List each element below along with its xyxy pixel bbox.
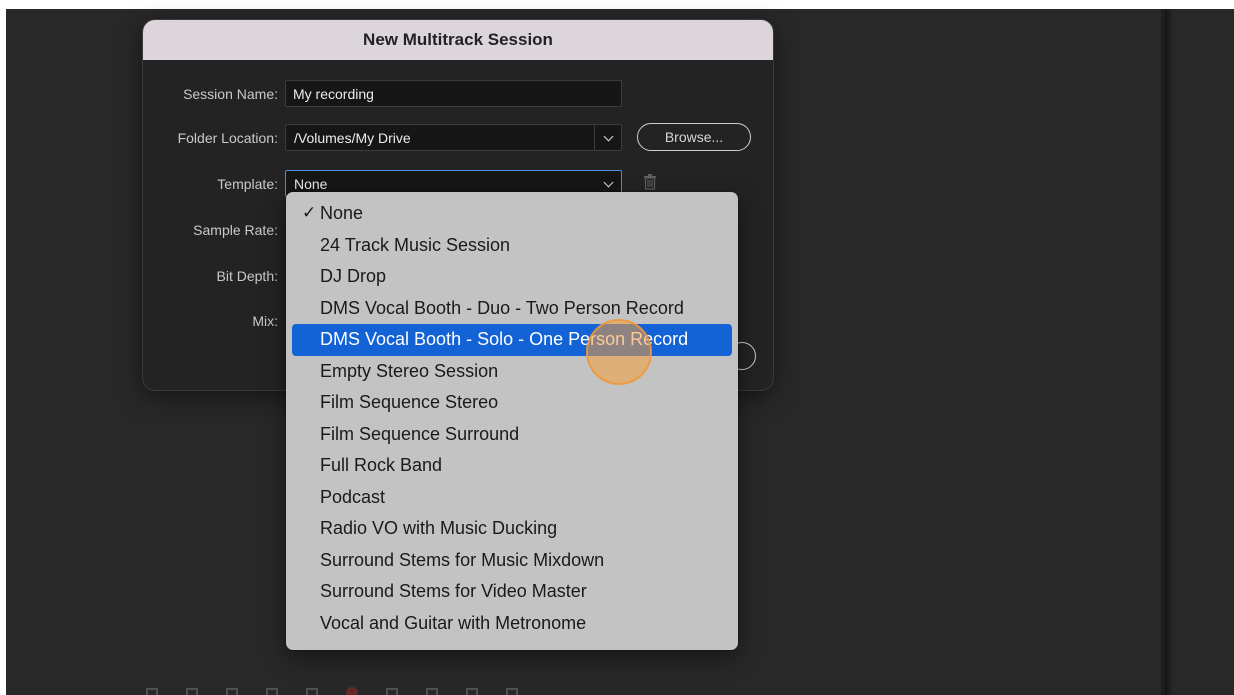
menu-item-film-sequence-surround[interactable]: Film Sequence Surround	[292, 419, 732, 451]
menu-item-label: Vocal and Guitar with Metronome	[320, 612, 587, 633]
template-label: Template:	[217, 176, 278, 192]
menu-item-label: Surround Stems for Music Mixdown	[320, 549, 605, 570]
menu-item-none[interactable]: ✓ None	[292, 198, 732, 230]
template-dropdown-menu: ✓ None 24 Track Music Session DJ Drop DM…	[286, 192, 738, 650]
menu-item-label: None	[320, 203, 364, 224]
transport-toolbar	[146, 687, 1156, 695]
trash-icon[interactable]	[643, 174, 657, 190]
menu-item-label: Full Rock Band	[320, 455, 443, 476]
menu-item-label: Surround Stems for Video Master	[320, 581, 587, 602]
zoom-selection-icon[interactable]	[506, 688, 518, 695]
menu-item-label: DMS Vocal Booth - Solo - One Person Reco…	[320, 329, 689, 350]
template-value: None	[294, 176, 328, 192]
browse-button[interactable]: Browse...	[637, 123, 751, 151]
menu-item-label: Film Sequence Surround	[320, 423, 520, 444]
menu-item-dms-vocal-booth-duo[interactable]: DMS Vocal Booth - Duo - Two Person Recor…	[292, 293, 732, 325]
menu-item-surround-stems-music[interactable]: Surround Stems for Music Mixdown	[292, 545, 732, 577]
zoom-in-icon[interactable]	[426, 688, 438, 695]
menu-item-dj-drop[interactable]: DJ Drop	[292, 261, 732, 293]
menu-item-radio-vo[interactable]: Radio VO with Music Ducking	[292, 513, 732, 545]
session-name-label: Session Name:	[183, 86, 278, 102]
menu-item-film-sequence-stereo[interactable]: Film Sequence Stereo	[292, 387, 732, 419]
menu-item-dms-vocal-booth-solo[interactable]: DMS Vocal Booth - Solo - One Person Reco…	[292, 324, 732, 356]
menu-item-label: Podcast	[320, 486, 386, 507]
zoom-out-icon[interactable]	[466, 688, 478, 695]
rewind-icon[interactable]	[266, 688, 278, 695]
bit-depth-label: Bit Depth:	[216, 268, 278, 284]
dialog-titlebar[interactable]: New Multitrack Session	[143, 20, 773, 60]
menu-item-label: Film Sequence Stereo	[320, 392, 499, 413]
menu-item-24-track-music-session[interactable]: 24 Track Music Session	[292, 230, 732, 262]
session-name-input[interactable]: My recording	[285, 80, 622, 107]
menu-item-full-rock-band[interactable]: Full Rock Band	[292, 450, 732, 482]
play-icon[interactable]	[186, 688, 198, 695]
menu-item-label: DJ Drop	[320, 266, 387, 287]
menu-item-label: DMS Vocal Booth - Duo - Two Person Recor…	[320, 297, 684, 318]
menu-item-label: Radio VO with Music Ducking	[320, 518, 558, 539]
menu-item-label: Empty Stereo Session	[320, 360, 499, 381]
dialog-title: New Multitrack Session	[363, 30, 553, 49]
menu-item-podcast[interactable]: Podcast	[292, 482, 732, 514]
pause-icon[interactable]	[226, 688, 238, 695]
folder-location-value: /Volumes/My Drive	[294, 130, 411, 146]
menu-item-empty-stereo-session[interactable]: Empty Stereo Session	[292, 356, 732, 388]
panel-divider[interactable]	[1161, 9, 1171, 695]
menu-item-vocal-guitar-metronome[interactable]: Vocal and Guitar with Metronome	[292, 608, 732, 640]
folder-location-label: Folder Location:	[177, 130, 278, 146]
fast-forward-icon[interactable]	[306, 688, 318, 695]
menu-item-label: 24 Track Music Session	[320, 234, 511, 255]
checkmark-icon: ✓	[302, 203, 317, 222]
chevron-down-icon	[594, 125, 621, 150]
folder-location-select[interactable]: /Volumes/My Drive	[285, 124, 622, 151]
record-icon[interactable]	[346, 687, 358, 695]
loop-icon[interactable]	[386, 688, 398, 695]
mix-label: Mix:	[252, 313, 278, 329]
stop-icon[interactable]	[146, 688, 158, 695]
menu-item-surround-stems-video[interactable]: Surround Stems for Video Master	[292, 576, 732, 608]
sample-rate-label: Sample Rate:	[193, 222, 278, 238]
